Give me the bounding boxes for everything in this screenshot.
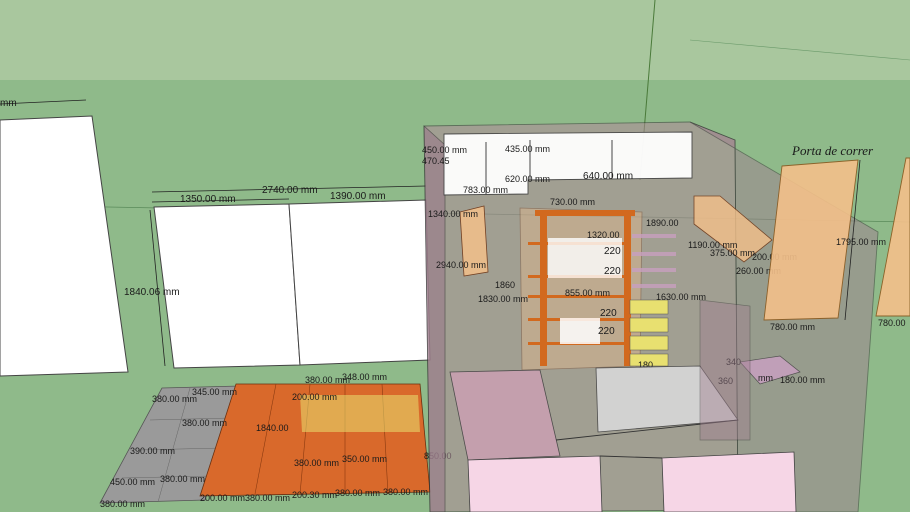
dim-783: 783.00 mm [463, 185, 508, 195]
wall-panel-mid-right[interactable] [288, 199, 431, 366]
bed-frame-slat [699, 299, 751, 441]
dim-380-bot4: 380.00 mm [335, 488, 380, 498]
dim-mm-left: mm [0, 98, 17, 109]
dim-450-top: 450.00 mm [422, 145, 467, 155]
dim-780-a: 780.00 mm [770, 322, 815, 332]
dim-380-bot5: 380.00 mm [383, 487, 428, 497]
dim-1860: 1860 [495, 280, 515, 290]
dim-380-bot3: 380.00 mm [245, 493, 290, 503]
dim-1840-rug: 1840.00 [256, 423, 289, 433]
dim-620: 620.00 mm [505, 174, 550, 184]
dim-380-mid: 380.00 mm [182, 418, 227, 428]
dim-2740: 2740.00 mm [262, 185, 318, 196]
wardrobe-white-panel-2 [560, 318, 600, 344]
dim-780-b: 780.00 [878, 318, 906, 328]
dim-200-rug: 200.00 mm [292, 392, 337, 402]
dim-200-bot2: 200.30 mm [292, 490, 337, 500]
dim-450-bot: 450.00 mm [110, 477, 155, 487]
dim-390: 390.00 mm [130, 446, 175, 456]
sliding-door-label: Porta de correr [791, 143, 874, 158]
dim-1390: 1390.00 mm [330, 191, 386, 202]
bed-right-front[interactable] [661, 451, 797, 512]
dim-220-a: 220 [604, 246, 621, 257]
dim-380-bot2: 380.00 mm [100, 499, 145, 509]
dim-220-b: 220 [604, 266, 621, 277]
bed-left[interactable] [449, 369, 561, 461]
dim-380-rug: 380.00 mm [294, 458, 339, 468]
dim-2940: 2940.00 mm [436, 260, 486, 270]
dim-1320: 1320.00 [587, 230, 620, 240]
dim-1890: 1890.00 [646, 218, 679, 228]
dim-345: 345.00 mm [192, 387, 237, 397]
dim-380-left: 380.00 mm [152, 394, 197, 404]
wardrobe-top [535, 210, 635, 216]
dim-730: 730.00 mm [550, 197, 595, 207]
dim-220-d: 220 [598, 326, 615, 337]
dim-470: 470.45 [422, 156, 450, 166]
dim-348: 348.00 mm [342, 372, 387, 382]
dim-1340: 1340.00 mm [428, 209, 478, 219]
dim-mm-box: mm [758, 373, 773, 383]
dim-375: 375.00 mm [710, 248, 755, 258]
dim-200-bot1: 200.00 mm [200, 493, 245, 503]
wall-panel-mid-left[interactable] [153, 203, 301, 369]
dim-350: 350.00 mm [342, 454, 387, 464]
dim-435: 435.00 mm [505, 144, 550, 154]
dim-1350: 1350.00 mm [180, 194, 236, 205]
dim-220-c: 220 [600, 308, 617, 319]
dim-1830: 1830.00 mm [478, 294, 528, 304]
sketchup-viewport[interactable]: mm 2740.00 mm 1350.00 mm 1390.00 mm 1840… [0, 0, 910, 512]
dim-1630: 1630.00 mm [656, 292, 706, 302]
dim-380-bot1: 380.00 mm [160, 474, 205, 484]
dim-640: 640.00 mm [583, 171, 633, 182]
dim-180: 180.00 mm [780, 375, 825, 385]
dim-1840: 1840.06 mm [124, 287, 180, 298]
dim-855: 855.00 mm [565, 288, 610, 298]
bed-left-front[interactable] [467, 455, 603, 512]
dim-1795: 1795.00 mm [836, 237, 886, 247]
